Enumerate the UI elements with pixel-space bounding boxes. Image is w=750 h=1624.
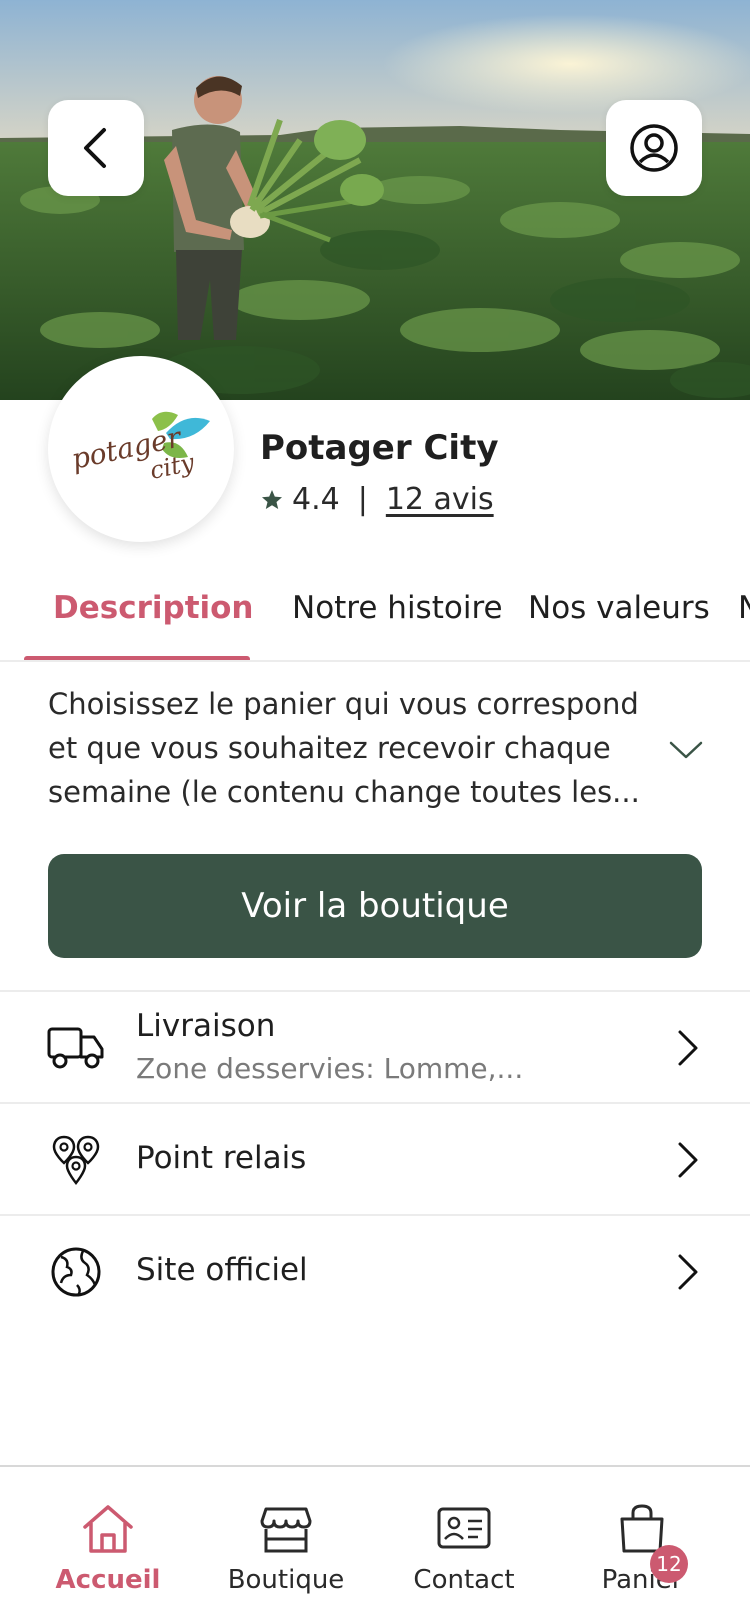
nav-contact[interactable]: Contact	[389, 1503, 539, 1595]
official-site-row[interactable]: Site officiel	[0, 1214, 750, 1326]
tab-notre-histoire[interactable]: Notre histoire	[292, 590, 503, 626]
delivery-title: Livraison	[136, 1008, 276, 1044]
tab-description[interactable]: Description	[53, 590, 254, 626]
view-shop-button[interactable]: Voir la boutique	[48, 854, 702, 958]
tab-nos-valeurs[interactable]: Nos valeurs	[528, 590, 710, 626]
reviews-link[interactable]: 12 avis	[386, 482, 494, 517]
user-circle-icon	[630, 124, 678, 172]
bottom-navigation: Accueil Boutique Contact Panier 12	[0, 1465, 750, 1624]
nav-panier[interactable]: Panier 12	[567, 1503, 717, 1595]
nav-contact-label: Contact	[413, 1565, 515, 1595]
description-text: Choisissez le panier qui vous correspond…	[48, 687, 640, 809]
shop-name: Potager City	[260, 428, 499, 468]
star-icon	[260, 488, 284, 512]
delivery-zone: Zone desservies: Lomme,...	[136, 1052, 524, 1085]
contact-card-icon	[437, 1507, 491, 1549]
rating-row: 4.4 | 12 avis	[260, 482, 494, 517]
shop-logo: potager city	[48, 356, 234, 542]
official-site-title: Site officiel	[136, 1252, 308, 1288]
nav-boutique[interactable]: Boutique	[211, 1503, 361, 1595]
chevron-right-icon	[676, 1028, 700, 1072]
map-pins-icon	[46, 1132, 106, 1188]
chevron-down-icon	[669, 741, 703, 759]
truck-icon	[46, 1020, 106, 1076]
store-icon	[260, 1507, 312, 1553]
tab-more[interactable]: N	[738, 590, 750, 626]
farm-field-photo	[0, 0, 750, 400]
profile-button[interactable]	[606, 100, 702, 196]
chevron-right-icon	[676, 1140, 700, 1184]
nav-accueil[interactable]: Accueil	[33, 1503, 183, 1595]
expand-description-button[interactable]	[668, 738, 704, 766]
hero-image	[0, 0, 750, 400]
active-tab-indicator	[24, 656, 250, 660]
back-button[interactable]	[48, 100, 144, 196]
rating-value: 4.4	[292, 482, 340, 517]
chevron-right-icon	[676, 1252, 700, 1296]
relay-point-row[interactable]: Point relais	[0, 1102, 750, 1214]
relay-point-title: Point relais	[136, 1140, 307, 1176]
rating-separator: |	[357, 482, 368, 517]
delivery-row[interactable]: Livraison Zone desservies: Lomme,...	[0, 990, 750, 1102]
nav-accueil-label: Accueil	[55, 1565, 161, 1595]
globe-icon	[46, 1244, 106, 1300]
tab-bar: Description Notre histoire Nos valeurs N	[0, 560, 750, 662]
nav-boutique-label: Boutique	[227, 1565, 345, 1595]
chevron-left-icon	[84, 128, 106, 168]
potager-city-logo: potager city	[69, 411, 210, 485]
home-icon	[83, 1505, 133, 1553]
cart-count-badge: 12	[650, 1545, 688, 1583]
